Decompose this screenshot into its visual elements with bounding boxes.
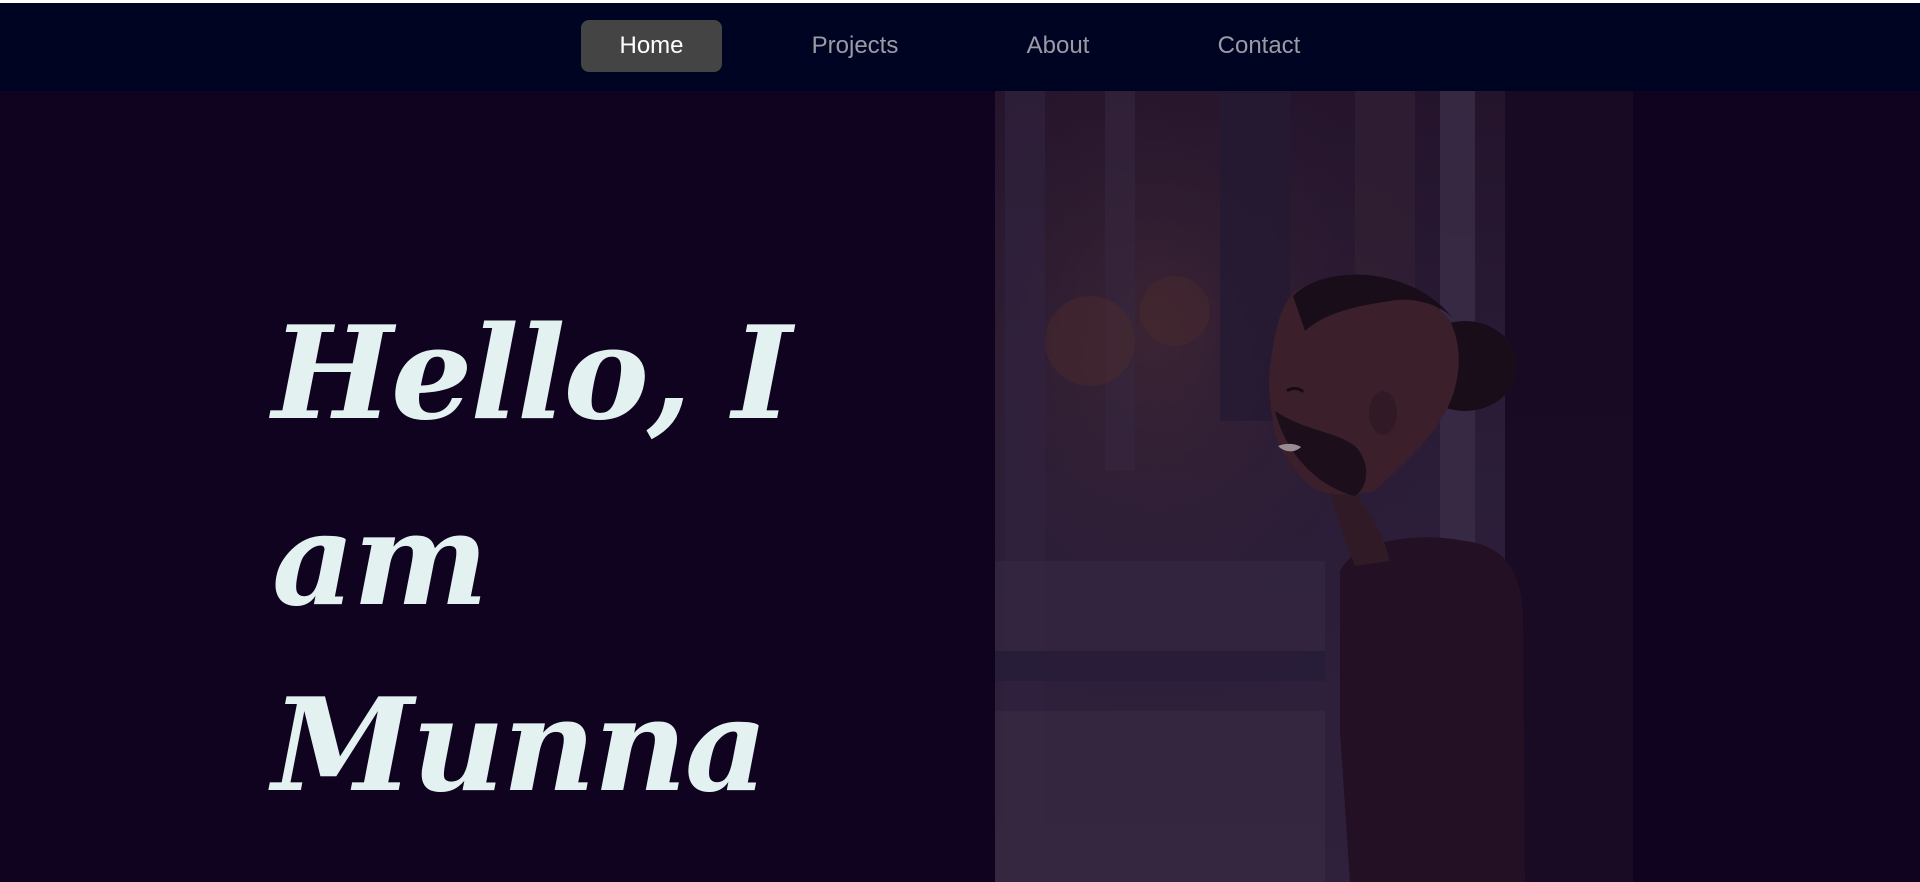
nav-home-tab[interactable]: Home: [581, 20, 722, 72]
portrait-illustration: [995, 91, 1633, 882]
hero-portrait-image: [995, 91, 1633, 882]
hero-greeting-heading: Hello, I am Munna: [272, 281, 972, 839]
hero-name: Munna: [272, 671, 768, 821]
hero-section: Hello, I am Munna: [0, 91, 1920, 882]
hero-greeting-line: Hello, I am: [272, 299, 792, 635]
nav-contact-link[interactable]: Contact: [1202, 20, 1316, 72]
nav-projects-link[interactable]: Projects: [790, 20, 920, 72]
top-navigation-bar: Home Projects About Contact: [0, 3, 1920, 91]
nav-about-link[interactable]: About: [1003, 20, 1113, 72]
